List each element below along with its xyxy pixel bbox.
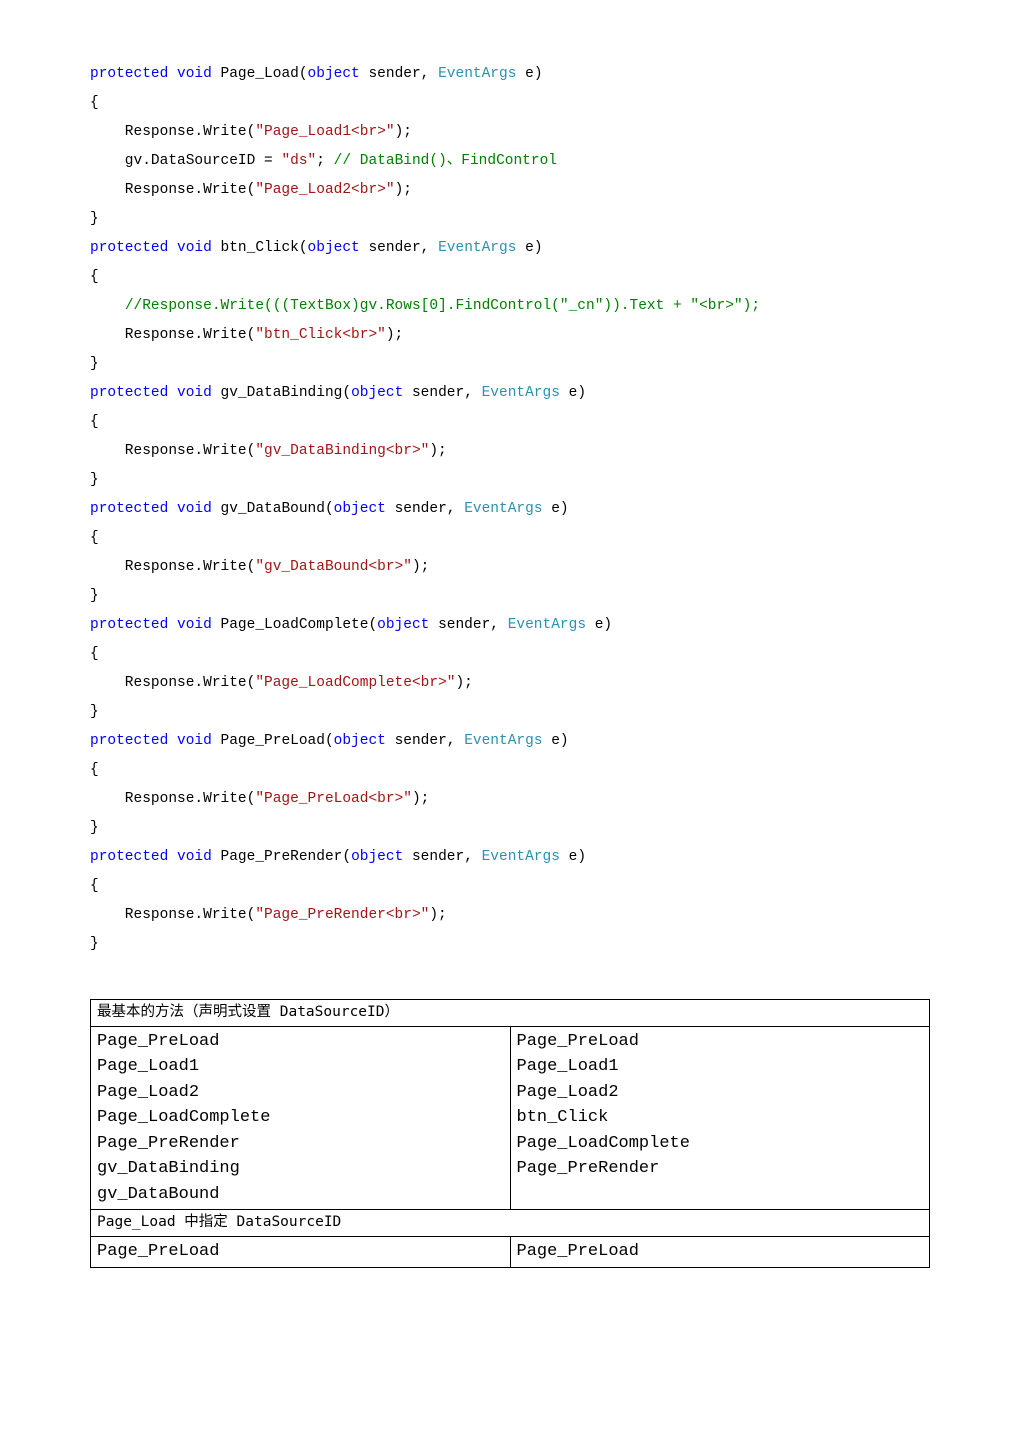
table-cell: Page_PreLoad bbox=[517, 1242, 639, 1261]
comparison-table: 最基本的方法（声明式设置 DataSourceID） Page_PreLoad … bbox=[90, 999, 930, 1268]
table-cell: Page_PreLoad Page_Load1 Page_Load2 btn_C… bbox=[517, 1032, 690, 1179]
table-header-1: 最基本的方法（声明式设置 DataSourceID） bbox=[91, 1000, 930, 1027]
code-block: protected void Page_Load(object sender, … bbox=[90, 60, 930, 959]
table-header-2: Page_Load 中指定 DataSourceID bbox=[91, 1210, 930, 1237]
table-cell: Page_PreLoad bbox=[97, 1242, 219, 1261]
table-cell: Page_PreLoad Page_Load1 Page_Load2 Page_… bbox=[97, 1032, 270, 1204]
